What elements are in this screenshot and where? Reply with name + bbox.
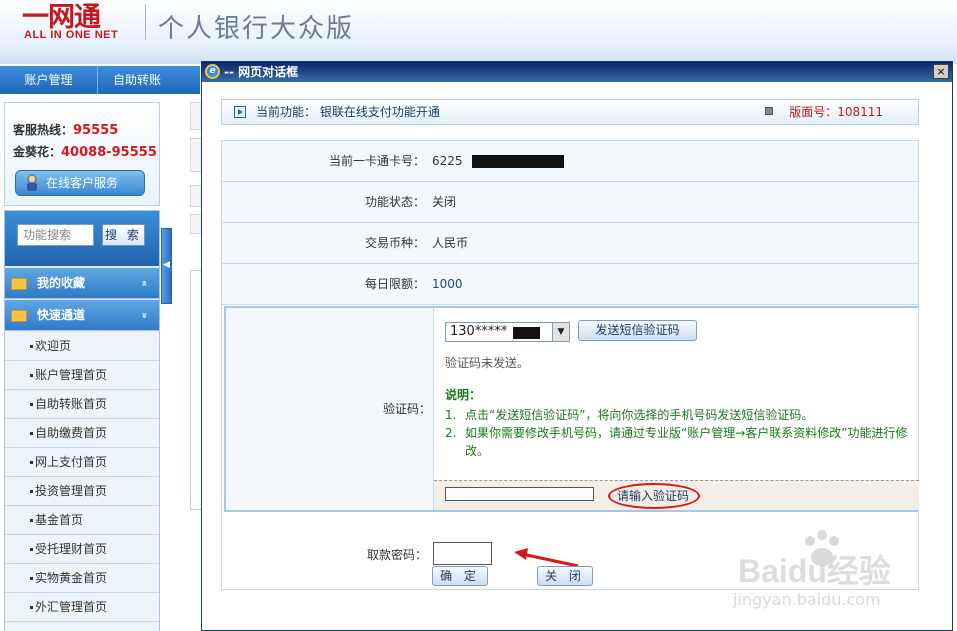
hotline-number: 95555 [73, 123, 119, 138]
menu-item-investment[interactable]: 投资管理首页 [5, 477, 159, 506]
password-input[interactable] [433, 542, 492, 565]
status-value: 关闭 [432, 195, 457, 209]
search-input[interactable]: 功能搜索 [17, 224, 94, 246]
status-label: 功能状态： [364, 195, 425, 209]
menu-item-online-pay[interactable]: 网上支付首页 [5, 448, 159, 477]
password-label: 取款密码： [366, 548, 427, 562]
sidebar-menu: 功能搜索 搜 索 我的收藏 « 快速通道 » 欢迎页 账户管理首页 自助转账首页… [4, 210, 160, 631]
folder-icon [11, 278, 27, 290]
card-number-label: 当前一卡通卡号： [328, 154, 425, 168]
top-banner: 一网通 ALL IN ONE NET 个人银行大众版 [0, 0, 957, 64]
phone-value: 130***** [450, 324, 508, 339]
verification-panel: 130***** ▼ 发送短信验证码 验证码未发送。 说明： 1. 点击“发送短… [433, 308, 919, 510]
redaction-mask [513, 327, 540, 339]
verification-label: 验证码： [382, 402, 431, 416]
watermark: Baidu经验 [738, 553, 891, 589]
instruction-text: 点击“发送短信验证码”，将向你选择的手机号码发送短信验证码。 [465, 408, 814, 422]
phone-select[interactable]: 130***** ▼ [445, 322, 570, 342]
currency-row: 交易币种： 人民币 [222, 223, 918, 264]
bank-logo: 一网通 ALL IN ONE NET [22, 4, 132, 42]
code-hint: 请输入验证码 [617, 489, 690, 503]
instruction-item: 2. 如果你需要修改手机号码，请通过专业版“账户管理→客户联系资料修改”功能进行… [445, 424, 915, 460]
verification-section: 验证码： 130***** ▼ 发送短信验证码 验证码未发送。 说明： 1. 点… [224, 306, 919, 512]
status-row: 功能状态： 关闭 [222, 182, 918, 223]
hotline-row: 客服热线：95555 [13, 121, 118, 138]
vip-hotline-label: 金葵花： [13, 145, 62, 159]
instruction-text: 如果你需要修改手机号码，请通过专业版“账户管理→客户联系资料修改”功能进行修改。 [465, 426, 908, 458]
menu-item-welcome[interactable]: 欢迎页 [5, 332, 159, 361]
sidebar-collapse-handle[interactable]: ◀ [161, 228, 172, 304]
group-label: 我的收藏 [37, 276, 86, 290]
function-bar: 当前功能： 银联在线支付功能开通 版面号：108111 [221, 99, 919, 125]
top-nav: 账户管理 自助转账 [0, 66, 200, 94]
current-function: 当前功能： 银联在线支付功能开通 [256, 105, 440, 119]
close-button[interactable]: 关 闭 [537, 566, 593, 586]
close-icon[interactable]: × [933, 64, 949, 79]
page-number: 版面号：108111 [789, 105, 883, 119]
daily-limit-row: 每日限额： 1000 [222, 264, 918, 305]
instruction-number: 2. [445, 426, 457, 440]
redaction-mask [472, 155, 564, 168]
menu-item-fund[interactable]: 基金首页 [5, 506, 159, 535]
menu-item-account[interactable]: 账户管理首页 [5, 361, 159, 390]
instruction-number: 1. [445, 408, 457, 422]
confirm-button[interactable]: 确 定 [432, 566, 488, 586]
nav-account-management[interactable]: 账户管理 [0, 66, 98, 94]
bullet-icon [765, 107, 773, 115]
function-search: 功能搜索 搜 索 [5, 211, 159, 266]
dialog-title: -- 网页对话框 [224, 65, 299, 79]
code-entry-row: 请输入验证码 [434, 480, 919, 510]
ie-icon: e [205, 64, 220, 79]
logo-subtext: ALL IN ONE NET [24, 29, 119, 41]
instruction-item: 1. 点击“发送短信验证码”，将向你选择的手机号码发送短信验证码。 [445, 406, 915, 424]
sms-status: 验证码未发送。 [445, 356, 530, 370]
banner-divider [145, 4, 146, 40]
online-service-button[interactable]: 在线客户服务 [15, 170, 145, 196]
instructions: 说明： 1. 点击“发送短信验证码”，将向你选择的手机号码发送短信验证码。 2.… [445, 386, 915, 460]
online-service-label: 在线客户服务 [46, 176, 119, 190]
hotline-panel: 客服热线：95555 金葵花：40088-95555 在线客户服务 [4, 102, 160, 206]
card-number-value: 6225 [432, 154, 463, 168]
vip-hotline-row: 金葵花：40088-95555 [13, 143, 157, 160]
expand-icon: » [138, 312, 150, 319]
group-label: 快速通道 [37, 308, 86, 322]
activation-form: 当前一卡通卡号： 6225 功能状态： 关闭 交易币种： 人民币 每日限额： 1… [221, 140, 919, 590]
menu-item-transfer[interactable]: 自助转账首页 [5, 390, 159, 419]
collapse-icon: « [138, 280, 150, 287]
folder-icon [11, 310, 27, 322]
card-number-row: 当前一卡通卡号： 6225 [222, 141, 918, 182]
menu-item-partial[interactable] [5, 622, 159, 631]
dialog-titlebar: e -- 网页对话框 × [202, 62, 952, 82]
collapse-arrow-icon: ◀ [163, 260, 170, 270]
daily-limit-value: 1000 [432, 277, 463, 291]
search-button[interactable]: 搜 索 [102, 224, 145, 246]
vip-hotline-number: 40088-95555 [61, 145, 157, 160]
menu-item-gold[interactable]: 实物黄金首页 [5, 564, 159, 593]
watermark-url: jingyan.baidu.com [733, 590, 881, 609]
currency-label: 交易币种： [364, 236, 425, 250]
daily-limit-label: 每日限额： [364, 277, 425, 291]
verification-code-input[interactable] [445, 487, 594, 501]
screen: 一网通 ALL IN ONE NET 个人银行大众版 账户管理 自助转账 客服热… [0, 0, 957, 631]
logo-text: 一网通 [22, 2, 101, 33]
menu-item-forex[interactable]: 外汇管理首页 [5, 593, 159, 622]
group-quick-access[interactable]: 快速通道 » [5, 300, 159, 331]
menu-item-payment[interactable]: 自助缴费首页 [5, 419, 159, 448]
send-sms-button[interactable]: 发送短信验证码 [578, 320, 697, 341]
banner-title: 个人银行大众版 [158, 14, 355, 44]
dropdown-arrow-icon[interactable]: ▼ [552, 323, 569, 341]
nav-self-transfer[interactable]: 自助转账 [98, 66, 176, 94]
group-favorites[interactable]: 我的收藏 « [5, 268, 159, 299]
arrow-square-icon [234, 106, 246, 118]
hotline-label: 客服热线： [13, 123, 74, 137]
currency-value: 人民币 [432, 236, 469, 250]
instructions-heading: 说明： [445, 388, 482, 402]
customer-service-icon [27, 174, 37, 191]
menu-item-trust[interactable]: 受托理财首页 [5, 535, 159, 564]
